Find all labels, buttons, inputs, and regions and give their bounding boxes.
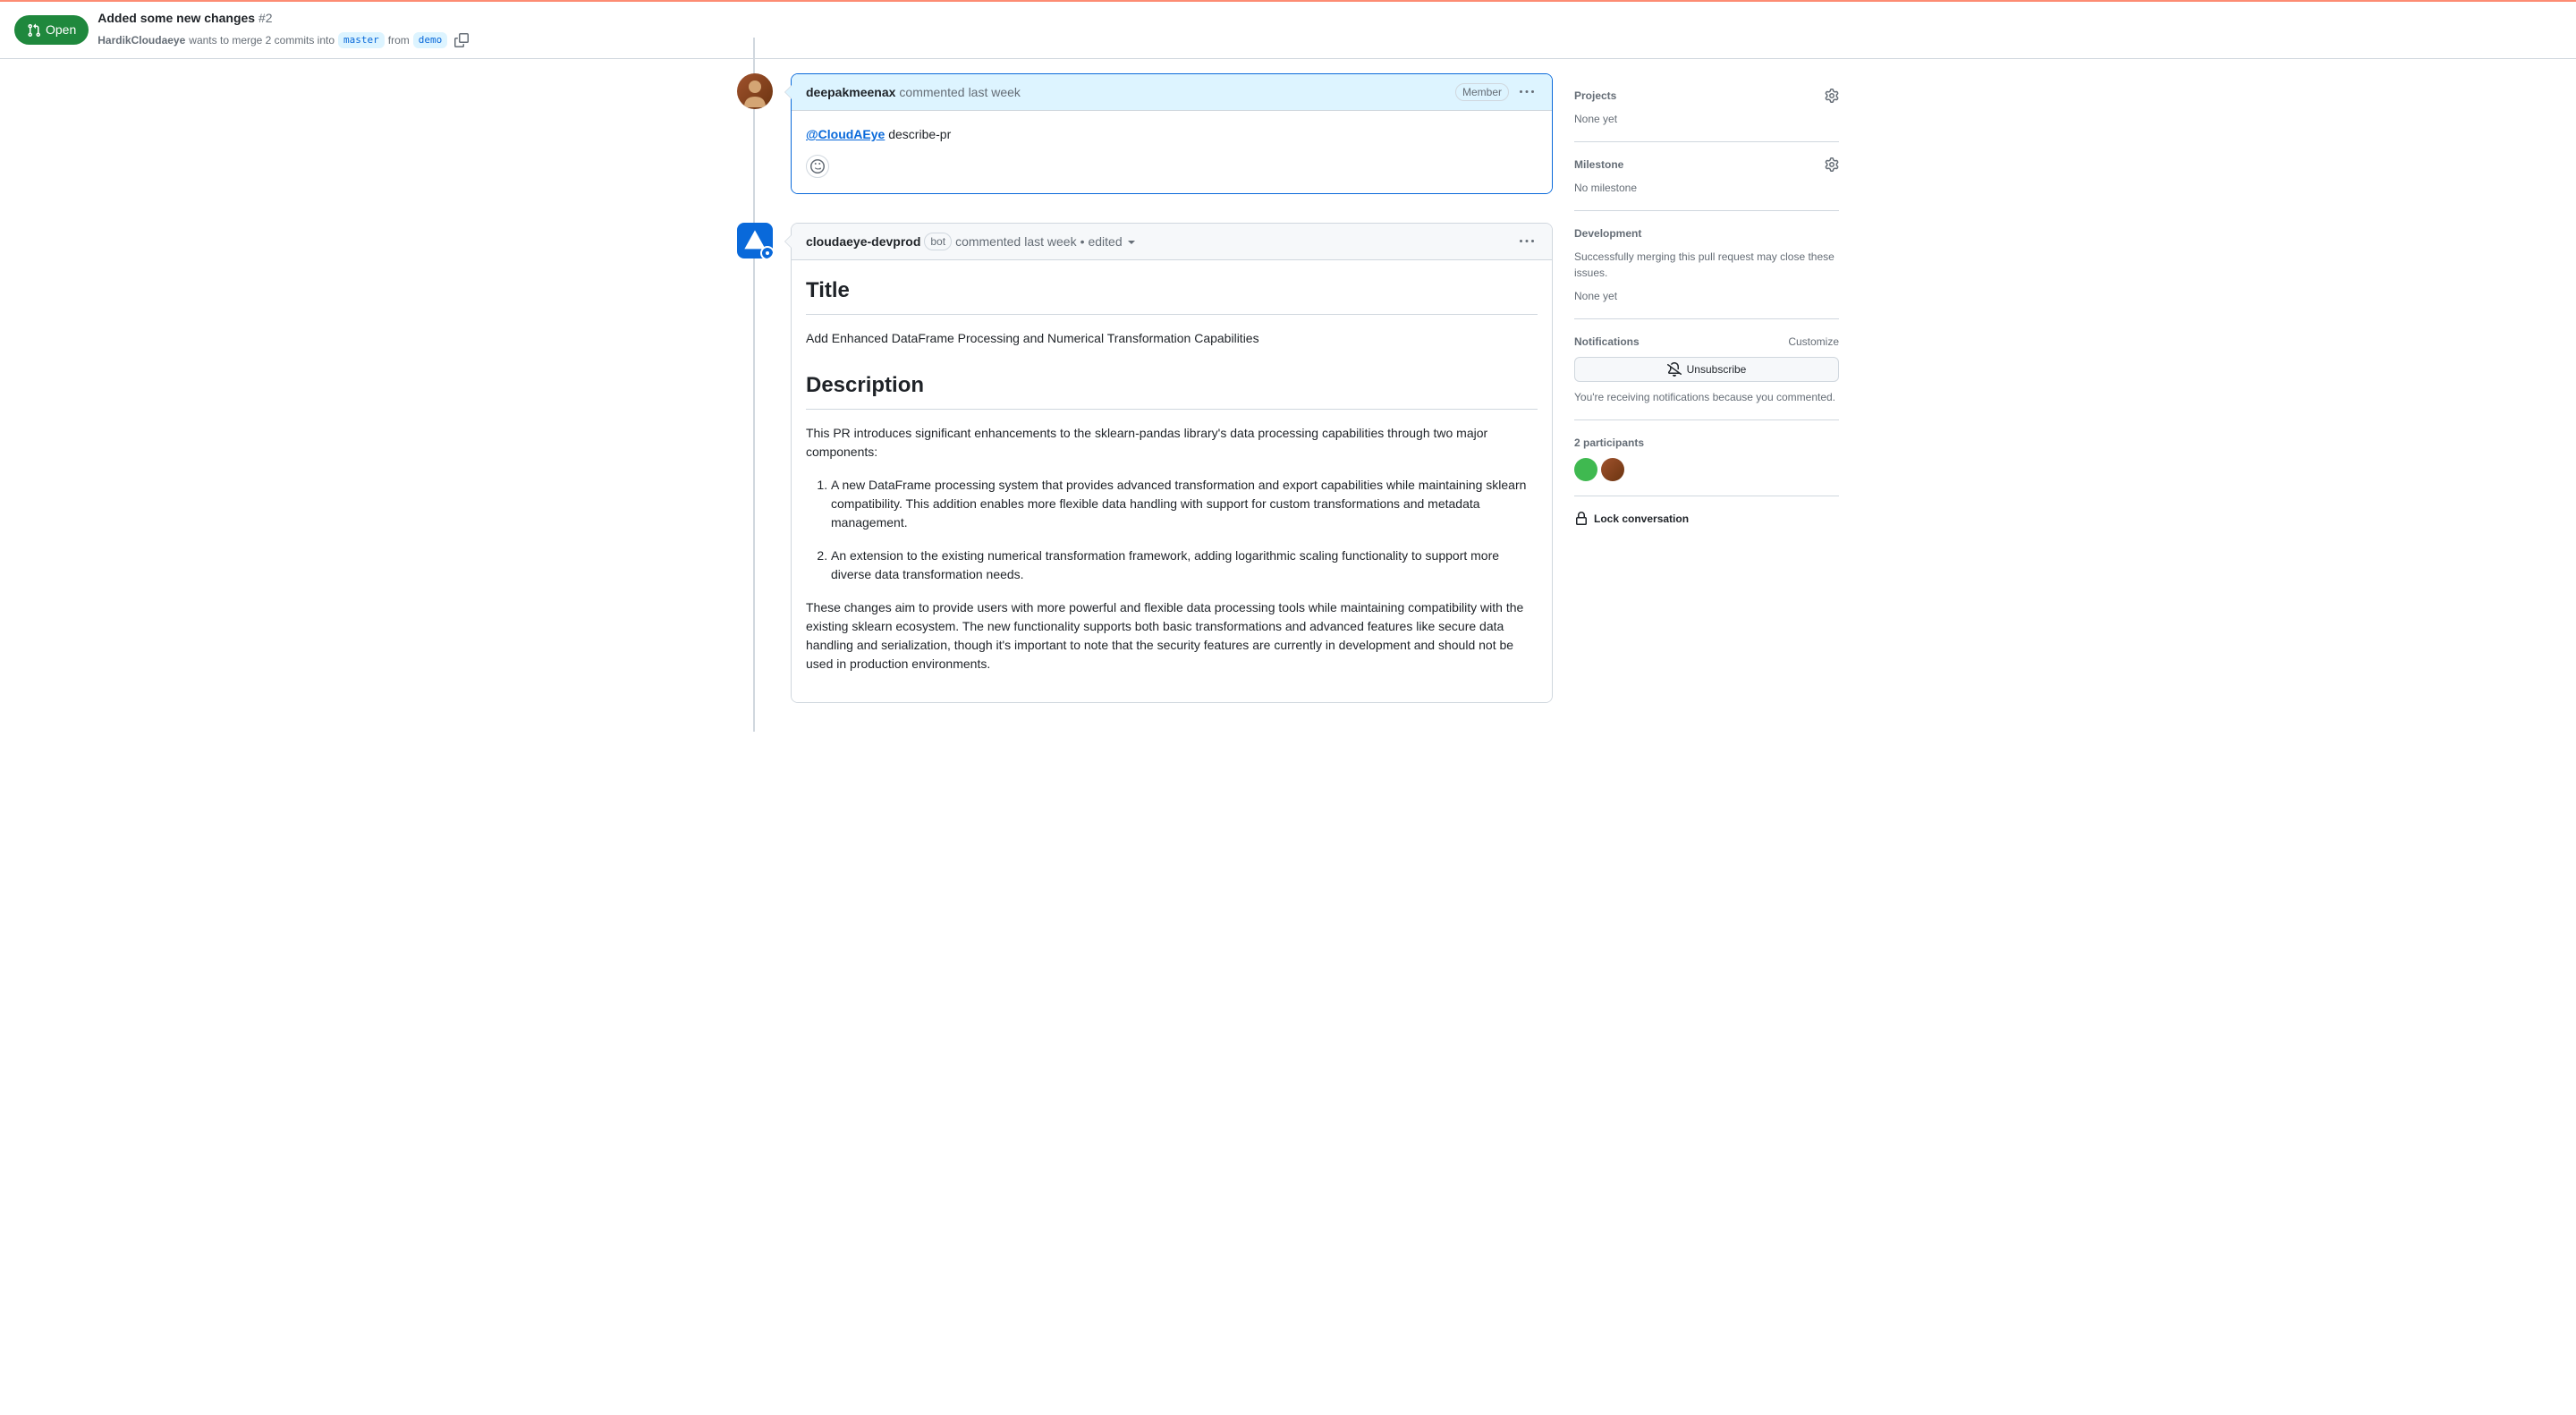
comment-author[interactable]: deepakmeenax: [806, 83, 895, 102]
comment-box: cloudaeye-devprod bot commented last wee…: [791, 223, 1553, 703]
mention-link[interactable]: @CloudAEye: [806, 127, 885, 141]
avatar[interactable]: [737, 223, 773, 258]
comment-header: cloudaeye-devprod bot commented last wee…: [792, 224, 1552, 260]
avatar[interactable]: [737, 73, 773, 109]
heading-description: Description: [806, 369, 1538, 410]
heading-title: Title: [806, 275, 1538, 315]
comment-body: @CloudAEye describe-pr: [792, 111, 1552, 193]
copy-button[interactable]: [451, 30, 472, 51]
bullet: •: [1080, 233, 1085, 251]
lock-conversation-link[interactable]: Lock conversation: [1574, 511, 1689, 527]
bell-slash-icon: [1667, 362, 1682, 377]
comment-item: deepakmeenax commented last week Member …: [791, 73, 1553, 194]
gear-button[interactable]: [1825, 89, 1839, 103]
sidebar-milestone: Milestone No milestone: [1574, 142, 1839, 211]
caret-down-icon: [1128, 241, 1135, 244]
comment-item: cloudaeye-devprod bot commented last wee…: [791, 223, 1553, 703]
edited-label[interactable]: edited: [1088, 233, 1134, 251]
bot-label: bot: [924, 233, 952, 250]
list-item: A new DataFrame processing system that p…: [831, 476, 1538, 532]
sidebar-development: Development Successfully merging this pu…: [1574, 211, 1839, 319]
meta-text: wants to merge 2 commits into: [189, 32, 335, 48]
sidebar-lock: Lock conversation: [1574, 496, 1839, 546]
comment-author[interactable]: cloudaeye-devprod: [806, 233, 920, 251]
state-badge: Open: [14, 15, 89, 45]
bot-corner-badge: [760, 246, 773, 258]
edited-text: edited: [1088, 234, 1122, 249]
commented-label: commented: [899, 83, 964, 102]
desc-intro: This PR introduces significant enhanceme…: [806, 424, 1538, 462]
sidebar-title: Notifications: [1574, 334, 1640, 350]
kebab-icon: [1520, 234, 1534, 249]
sidebar: Projects None yet Milestone No milestone…: [1574, 59, 1839, 732]
timestamp[interactable]: last week: [1024, 233, 1076, 251]
copy-icon: [454, 33, 469, 47]
role-badge: Member: [1455, 83, 1509, 101]
sidebar-value: None yet: [1574, 288, 1839, 304]
pr-number: #2: [258, 11, 273, 25]
participant-avatar[interactable]: [1601, 458, 1624, 481]
pr-title-line: Added some new changes #2: [97, 9, 472, 28]
smiley-icon: [810, 159, 825, 174]
from-text: from: [388, 32, 410, 48]
timestamp[interactable]: last week: [969, 83, 1021, 102]
desc-paragraph: These changes aim to provide users with …: [806, 598, 1538, 674]
pr-meta-line: HardikCloudaeye wants to merge 2 commits…: [97, 30, 472, 51]
sidebar-participants: 2 participants: [1574, 420, 1839, 496]
sidebar-notifications: Notifications Customize Unsubscribe You'…: [1574, 319, 1839, 420]
list-item: An extension to the existing numerical t…: [831, 547, 1538, 584]
lock-label: Lock conversation: [1594, 511, 1689, 527]
sidebar-value: No milestone: [1574, 180, 1839, 196]
title-paragraph: Add Enhanced DataFrame Processing and Nu…: [806, 329, 1538, 348]
sidebar-title[interactable]: Development: [1574, 225, 1641, 241]
user-avatar-icon: [737, 73, 773, 109]
header-info: Added some new changes #2 HardikCloudaey…: [97, 9, 472, 51]
base-branch[interactable]: master: [338, 32, 385, 49]
bot-badge-icon: [764, 250, 771, 257]
participants-list: [1574, 458, 1839, 481]
gear-icon: [1825, 157, 1839, 172]
gear-icon: [1825, 89, 1839, 103]
commented-label: commented: [955, 233, 1021, 251]
comment-menu-button[interactable]: [1516, 231, 1538, 252]
pr-title[interactable]: Added some new changes: [97, 11, 255, 25]
unsubscribe-label: Unsubscribe: [1687, 363, 1747, 376]
gear-button[interactable]: [1825, 157, 1839, 172]
lock-icon: [1574, 512, 1589, 526]
sidebar-value: None yet: [1574, 111, 1839, 127]
kebab-icon: [1520, 85, 1534, 99]
add-reaction-button[interactable]: [806, 155, 829, 178]
customize-link[interactable]: Customize: [1788, 334, 1839, 350]
comment-body: Title Add Enhanced DataFrame Processing …: [792, 260, 1552, 702]
sidebar-desc: Successfully merging this pull request m…: [1574, 249, 1839, 281]
comment-header: deepakmeenax commented last week Member: [792, 74, 1552, 111]
desc-list: A new DataFrame processing system that p…: [806, 476, 1538, 584]
sidebar-title: 2 participants: [1574, 435, 1644, 451]
unsubscribe-button[interactable]: Unsubscribe: [1574, 357, 1839, 382]
head-branch[interactable]: demo: [413, 32, 448, 49]
comment-box: deepakmeenax commented last week Member …: [791, 73, 1553, 194]
sidebar-title[interactable]: Milestone: [1574, 157, 1623, 173]
notification-text: You're receiving notifications because y…: [1574, 389, 1839, 405]
comment-menu-button[interactable]: [1516, 81, 1538, 103]
pull-request-icon: [27, 23, 41, 38]
sidebar-projects: Projects None yet: [1574, 73, 1839, 142]
state-text: Open: [46, 21, 76, 39]
sidebar-title[interactable]: Projects: [1574, 88, 1616, 104]
pr-header: Open Added some new changes #2 HardikClo…: [0, 2, 2576, 59]
comment-text: describe-pr: [885, 127, 951, 141]
pr-author[interactable]: HardikCloudaeye: [97, 32, 185, 48]
participant-avatar[interactable]: [1574, 458, 1597, 481]
